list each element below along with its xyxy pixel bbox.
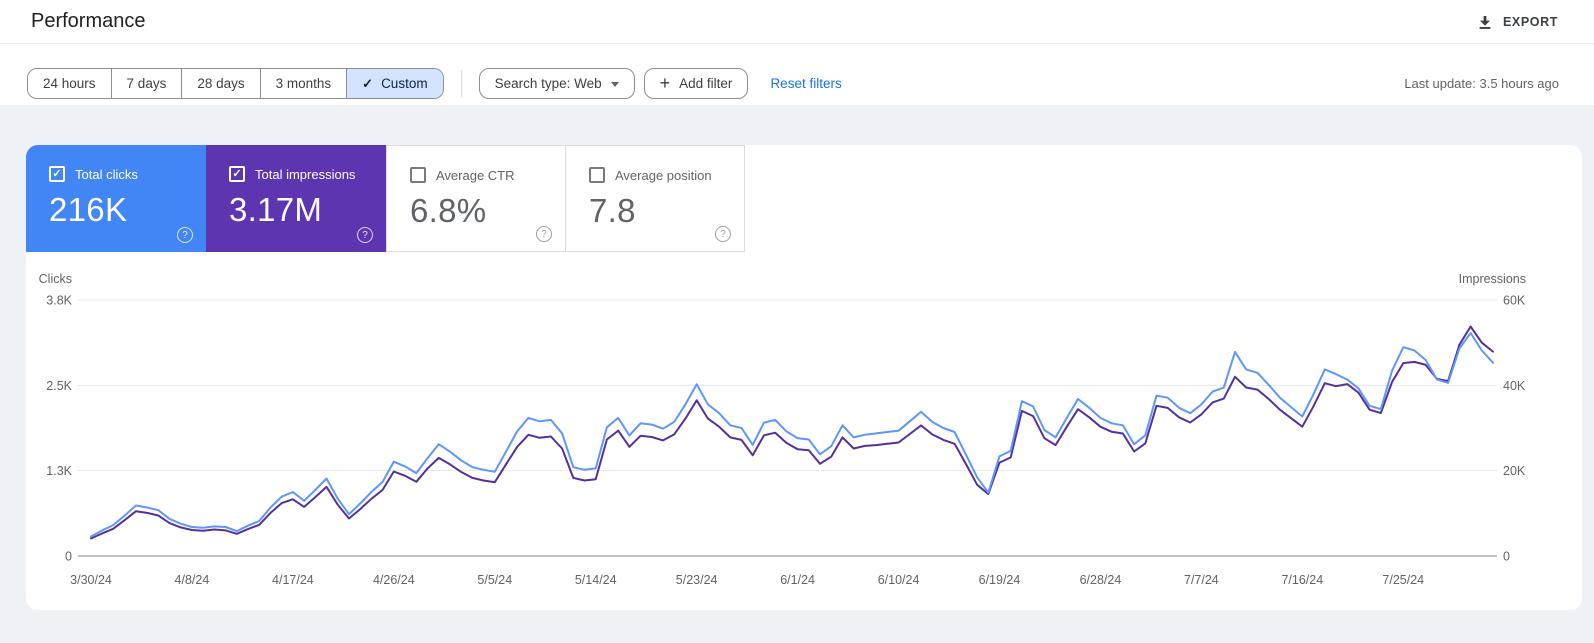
metric-value: 6.8% [410, 192, 487, 229]
add-filter-label: Add filter [679, 76, 733, 91]
metric-card-total-impressions[interactable]: ✓ Total impressions 3.17M? [206, 145, 386, 252]
y-axis-tick-right: 20K [1503, 464, 1526, 478]
x-axis-label: 5/14/24 [575, 573, 617, 587]
metric-value: 3.17M [229, 191, 323, 228]
range-label: 28 days [197, 76, 245, 91]
date-range-group: 24 hours 7 days 28 days 3 months ✓ Custom [27, 68, 444, 99]
plus-icon: + [659, 72, 671, 93]
help-circle-icon[interactable]: ? [715, 226, 731, 242]
metric-value: 216K [49, 191, 128, 228]
x-axis-label: 6/10/24 [878, 573, 920, 587]
metric-value: 7.8 [589, 192, 636, 229]
x-axis-label: 5/5/24 [477, 573, 512, 587]
checked-checkbox[interactable]: ✓ [229, 166, 245, 182]
range-label: 24 hours [43, 76, 96, 91]
x-axis-label: 7/25/24 [1382, 573, 1424, 587]
y-axis-title-impressions: Impressions [1459, 272, 1526, 286]
x-axis-label: 5/23/24 [676, 573, 718, 587]
range-button-custom[interactable]: ✓ Custom [346, 69, 443, 98]
unchecked-checkbox[interactable] [589, 167, 605, 183]
filter-bar: 24 hours 7 days 28 days 3 months ✓ Custom Sea… [0, 44, 1594, 105]
search-console-performance-page: Performance EXPORT 24 hours 7 days 28 days… [0, 0, 1594, 643]
metric-card-total-clicks[interactable]: ✓ Total clicks 216K? [26, 145, 206, 252]
search-type-label: Search type: Web [494, 76, 602, 91]
search-type-dropdown[interactable]: Search type: Web [478, 68, 635, 99]
reset-filters-link[interactable]: Reset filters [770, 76, 841, 91]
range-label: 7 days [126, 76, 167, 91]
y-axis-tick-left: 3.8K [46, 294, 72, 308]
page-header: Performance EXPORT [0, 0, 1594, 44]
range-button-28-days[interactable]: 28 days [181, 69, 260, 98]
metric-label: Total impressions [255, 166, 356, 182]
chevron-down-icon [610, 82, 619, 87]
y-axis-tick-left: 1.3K [46, 464, 72, 478]
x-axis-label: 6/19/24 [979, 573, 1021, 587]
unchecked-checkbox[interactable] [410, 167, 426, 183]
metric-label: Total clicks [75, 166, 138, 182]
x-axis-label: 3/30/24 [70, 573, 112, 587]
download-icon [1479, 15, 1491, 29]
x-axis-label: 4/26/24 [373, 573, 415, 587]
metrics-row: ✓ Total clicks 216K? ✓ Total impressions 3.17… [26, 145, 1582, 252]
range-label: 3 months [275, 76, 332, 91]
range-label: Custom [381, 76, 428, 91]
metric-card-average-ctr[interactable]: Average CTR 6.8%? [386, 145, 566, 252]
checkmark-icon: ✓ [362, 75, 374, 91]
y-axis-tick-right: 0 [1503, 550, 1510, 564]
export-label: EXPORT [1503, 14, 1558, 29]
performance-chart: 0 0 1.3K 20K 2.5K 40K 3.8K 60K Clicks Impressions… [26, 252, 1582, 610]
metric-card-average-position[interactable]: Average position 7.8? [565, 145, 745, 252]
x-axis-label: 4/17/24 [272, 573, 314, 587]
divider [460, 70, 462, 97]
y-axis-tick-left: 0 [65, 550, 72, 564]
export-button[interactable]: EXPORT [1475, 10, 1560, 34]
x-axis-label: 6/28/24 [1080, 573, 1122, 587]
help-circle-icon[interactable]: ? [177, 227, 193, 243]
y-axis-tick-left: 2.5K [46, 379, 72, 393]
range-button-7-days[interactable]: 7 days [110, 69, 182, 98]
performance-panel: ✓ Total clicks 216K? ✓ Total impressions 3.17… [26, 145, 1582, 610]
add-filter-button[interactable]: + Add filter [643, 68, 749, 99]
x-axis-label: 6/1/24 [780, 573, 815, 587]
page-title: Performance [31, 10, 146, 32]
total-impressions-line [90, 325, 1494, 540]
checked-checkbox[interactable]: ✓ [49, 166, 65, 182]
range-button-3-months[interactable]: 3 months [259, 69, 347, 98]
help-circle-icon[interactable]: ? [536, 226, 552, 242]
clicks-impressions-chart: 0 0 1.3K 20K 2.5K 40K 3.8K 60K Clicks Impressions… [39, 272, 1526, 587]
metric-label: Average CTR [436, 167, 515, 183]
range-button-24-hours[interactable]: 24 hours [28, 69, 111, 98]
x-axis-label: 4/8/24 [175, 573, 210, 587]
y-axis-tick-right: 60K [1503, 294, 1526, 308]
y-axis-tick-right: 40K [1503, 379, 1526, 393]
help-circle-icon[interactable]: ? [357, 227, 373, 243]
x-axis-label: 7/7/24 [1184, 573, 1219, 587]
x-axis-label: 7/16/24 [1281, 573, 1323, 587]
content-area: ✓ Total clicks 216K? ✓ Total impressions 3.17… [0, 105, 1594, 643]
last-update-text: Last update: 3.5 hours ago [1404, 76, 1559, 91]
y-axis-title-clicks: Clicks [39, 272, 72, 286]
metric-label: Average position [615, 167, 712, 183]
